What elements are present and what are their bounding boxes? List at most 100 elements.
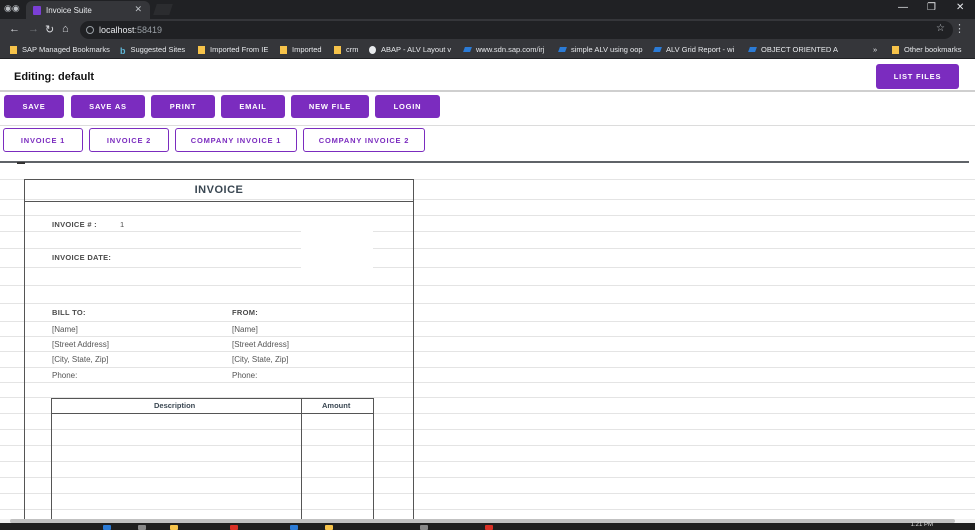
- browser-menu-icon[interactable]: ⋮: [954, 22, 965, 35]
- bookmarks-bar: SAP Managed Bookmarks b Suggested Sites I…: [0, 41, 975, 59]
- invoice-date-label: INVOICE DATE:: [52, 253, 112, 262]
- incognito-icon[interactable]: ◉◉: [4, 3, 20, 14]
- template-company-invoice-2-button[interactable]: COMPANY INVOICE 2: [303, 128, 425, 152]
- bookmark-label: Imported From IE: [210, 45, 269, 54]
- bookmark-item[interactable]: ALV Grid Report - wi: [653, 45, 735, 54]
- template-invoice-2-button[interactable]: INVOICE 2: [89, 128, 169, 152]
- title-underline: [25, 201, 413, 202]
- column-separator: [301, 399, 302, 519]
- bookmark-item[interactable]: Imported: [280, 45, 322, 54]
- sap-icon: [748, 47, 757, 52]
- bookmark-label: www.sdn.sap.com/irj: [476, 45, 545, 54]
- bookmark-label: OBJECT ORIENTED A: [761, 45, 838, 54]
- bookmark-item[interactable]: SAP Managed Bookmarks: [10, 45, 110, 54]
- bill-to-city[interactable]: [City, State, Zip]: [52, 355, 108, 364]
- bing-icon: b: [120, 45, 126, 56]
- editing-file-title: Editing: default: [14, 71, 95, 83]
- close-tab-icon[interactable]: ✕: [134, 4, 142, 15]
- window-close-icon[interactable]: ✕: [956, 2, 964, 13]
- site-icon: [369, 45, 376, 54]
- bookmark-label: SAP Managed Bookmarks: [22, 45, 110, 54]
- folder-icon: [334, 45, 341, 54]
- new-tab-button[interactable]: [153, 4, 173, 15]
- bill-to-street[interactable]: [Street Address]: [52, 340, 109, 349]
- bookmark-label: Imported: [292, 45, 322, 54]
- folder-icon: [10, 45, 17, 54]
- invoice-sheet[interactable]: INVOICE INVOICE # : 1 INVOICE DATE: BILL…: [0, 163, 975, 519]
- template-company-invoice-1-button[interactable]: COMPANY INVOICE 1: [175, 128, 297, 152]
- bill-to-phone[interactable]: Phone:: [52, 371, 77, 380]
- bookmark-item[interactable]: Imported From IE: [198, 45, 268, 54]
- bookmark-item[interactable]: crm: [334, 45, 359, 54]
- sap-icon: [653, 47, 662, 52]
- invoice-number-value[interactable]: 1: [120, 220, 124, 229]
- bookmark-label: crm: [346, 45, 359, 54]
- print-button[interactable]: PRINT: [151, 95, 215, 118]
- restore-icon[interactable]: ❐: [927, 2, 936, 13]
- bookmark-label: Other bookmarks: [904, 45, 962, 54]
- app-favicon-icon: [33, 5, 41, 15]
- reload-icon[interactable]: ↻: [45, 23, 54, 36]
- taskbar-clock[interactable]: 1:21 PM: [911, 522, 933, 528]
- home-icon[interactable]: ⌂: [62, 23, 69, 35]
- description-column-header: Description: [154, 401, 196, 410]
- template-invoice-1-button[interactable]: INVOICE 1: [3, 128, 83, 152]
- folder-icon: [280, 45, 287, 54]
- minimize-icon[interactable]: —: [898, 2, 908, 13]
- app-header: Editing: default LIST FILES: [0, 62, 975, 92]
- bookmark-item[interactable]: simple ALV using oop: [558, 45, 643, 54]
- new-file-button[interactable]: NEW FILE: [291, 95, 369, 118]
- line-items-table: Description Amount: [51, 398, 374, 519]
- bookmark-star-icon[interactable]: ☆: [936, 23, 945, 34]
- login-button[interactable]: LOGIN: [375, 95, 440, 118]
- taskbar-app-icon[interactable]: [170, 525, 178, 530]
- browser-tab-title: Invoice Suite: [46, 5, 92, 15]
- from-label: FROM:: [232, 308, 259, 317]
- from-name[interactable]: [Name]: [232, 325, 258, 334]
- forward-arrow-icon[interactable]: →: [28, 23, 39, 35]
- more-bookmarks-button[interactable]: »: [873, 45, 877, 54]
- browser-tab-strip: ◉◉ Invoice Suite ✕ — ❐ ✕: [0, 0, 975, 19]
- save-button[interactable]: SAVE: [4, 95, 64, 118]
- from-street[interactable]: [Street Address]: [232, 340, 289, 349]
- bill-to-name[interactable]: [Name]: [52, 325, 78, 334]
- amount-column-header: Amount: [322, 401, 351, 410]
- taskbar-app-icon[interactable]: [230, 525, 238, 530]
- bookmark-label: ALV Grid Report - wi: [666, 45, 735, 54]
- bookmark-item[interactable]: ABAP - ALV Layout v: [369, 45, 451, 54]
- bookmark-item[interactable]: OBJECT ORIENTED A: [748, 45, 838, 54]
- from-city[interactable]: [City, State, Zip]: [232, 355, 288, 364]
- taskbar-app-icon[interactable]: [138, 525, 146, 530]
- sap-icon: [463, 47, 472, 52]
- browser-tab-invoice-suite[interactable]: Invoice Suite ✕: [26, 1, 150, 19]
- list-files-button[interactable]: LIST FILES: [876, 64, 959, 89]
- other-bookmarks-folder[interactable]: Other bookmarks: [892, 45, 962, 54]
- taskbar-app-icon[interactable]: [290, 525, 298, 530]
- os-taskbar: 1:21 PM: [0, 522, 975, 530]
- taskbar-app-icon[interactable]: [103, 525, 111, 530]
- save-as-button[interactable]: SAVE AS: [71, 95, 145, 118]
- bookmark-label: Suggested Sites: [130, 45, 186, 54]
- folder-icon: [198, 45, 205, 54]
- invoice-number-label: INVOICE # :: [52, 220, 97, 229]
- browser-address-bar: ← → ↻ ⌂ localhost:58419 ☆ ⋮: [0, 19, 975, 41]
- site-info-icon[interactable]: [86, 26, 94, 34]
- url-port: :58419: [134, 25, 163, 35]
- url-host: localhost: [99, 25, 135, 35]
- taskbar-app-icon[interactable]: [485, 525, 493, 530]
- taskbar-app-icon[interactable]: [420, 525, 428, 530]
- invoice-title: INVOICE: [194, 184, 244, 196]
- action-toolbar: SAVE SAVE AS PRINT EMAIL NEW FILE LOGIN: [0, 92, 975, 126]
- email-button[interactable]: EMAIL: [221, 95, 285, 118]
- bookmark-item[interactable]: b Suggested Sites: [120, 45, 186, 56]
- back-arrow-icon[interactable]: ←: [9, 23, 20, 35]
- bookmark-item[interactable]: www.sdn.sap.com/irj: [463, 45, 545, 54]
- logo-placeholder: [301, 218, 373, 270]
- header-underline: [52, 413, 373, 414]
- url-input[interactable]: localhost:58419: [80, 21, 953, 39]
- taskbar-app-icon[interactable]: [325, 525, 333, 530]
- invoice-document: INVOICE INVOICE # : 1 INVOICE DATE: BILL…: [24, 179, 414, 519]
- sap-icon: [558, 47, 567, 52]
- from-phone[interactable]: Phone:: [232, 371, 257, 380]
- folder-icon: [892, 45, 899, 54]
